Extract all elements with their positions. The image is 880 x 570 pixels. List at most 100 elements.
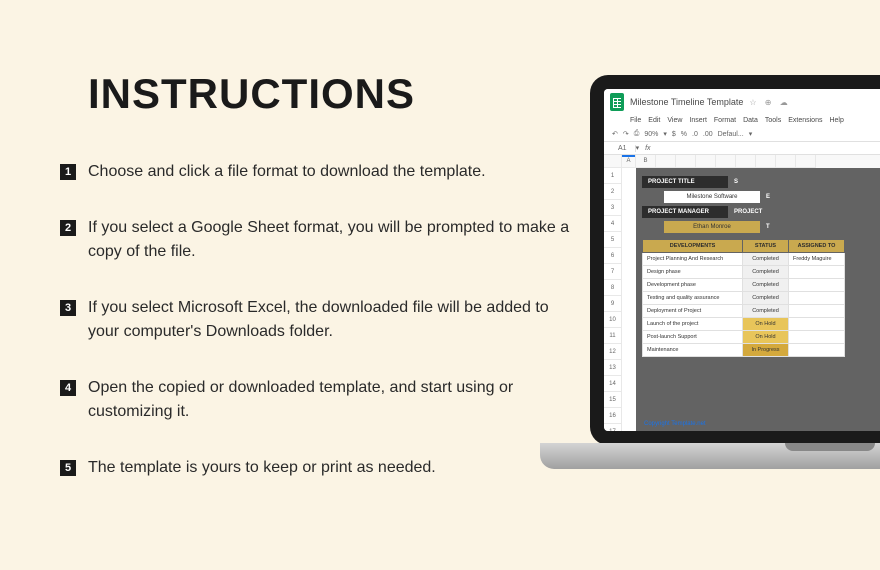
menu-bar: FileEditViewInsertFormatDataToolsExtensi… [604, 115, 880, 127]
project-manager-label: PROJECT MANAGER [642, 206, 728, 218]
row-header: 17 [604, 424, 622, 431]
menu-item: Data [743, 117, 758, 124]
menu-item: Insert [689, 117, 707, 124]
sheet-body: PROJECT TITLE S Milestone Software E PRO… [636, 168, 880, 431]
row-header: 5 [604, 232, 622, 248]
doc-title: Milestone Timeline Template [630, 97, 743, 107]
row-header: 2 [604, 184, 622, 200]
row-header: 14 [604, 376, 622, 392]
milestone-table: DEVELOPMENTSSTATUSASSIGNED TOProject Pla… [642, 239, 845, 357]
toolbar: ↶ ↷ ⎙ 90% ▾ $ % .0 .00 Defaul... ▾ [604, 127, 880, 142]
dev-cell: Launch of the project [643, 318, 743, 331]
assigned-cell: Freddy Maguire [789, 253, 845, 266]
print-icon: ⎙ [634, 130, 640, 138]
col-header [776, 155, 796, 168]
step-item: 4Open the copied or downloaded template,… [60, 376, 580, 424]
app-header: Milestone Timeline Template ☆ ⊕ ☁ [604, 89, 880, 115]
assigned-cell [789, 305, 845, 318]
table-row: Deployment of ProjectCompleted [643, 305, 845, 318]
assigned-cell [789, 279, 845, 292]
laptop-base [540, 443, 880, 469]
menu-item: View [667, 117, 682, 124]
table-row: Development phaseCompleted [643, 279, 845, 292]
table-row: Post-launch SupportOn Hold [643, 331, 845, 344]
menu-item: Help [829, 117, 843, 124]
status-cell: Completed [743, 266, 789, 279]
table-header: STATUS [743, 240, 789, 253]
assigned-cell [789, 266, 845, 279]
step-number: 5 [60, 460, 76, 476]
menu-item: Format [714, 117, 736, 124]
assigned-cell [789, 318, 845, 331]
status-cell: Completed [743, 279, 789, 292]
cell-reference: A1 [610, 145, 636, 152]
row-header: 13 [604, 360, 622, 376]
percent-icon: % [681, 131, 687, 138]
project-manager-value: Ethan Monroe [664, 221, 760, 233]
row-headers: 123456789101112131415161718 [604, 155, 622, 431]
status-cell: On Hold [743, 331, 789, 344]
dev-cell: Testing and quality assurance [643, 292, 743, 305]
row-header: 15 [604, 392, 622, 408]
zoom-level: 90% [644, 131, 658, 138]
step-item: 3 If you select Microsoft Excel, the down… [60, 296, 580, 344]
steps-list: 1Choose and click a file format to downl… [60, 160, 580, 480]
step-item: 1Choose and click a file format to downl… [60, 160, 580, 184]
fx-label: fx [639, 145, 656, 152]
step-text: Open the copied or downloaded template, … [88, 376, 580, 424]
sheets-icon [610, 93, 624, 111]
dev-cell: Maintenance [643, 344, 743, 357]
step-number: 1 [60, 164, 76, 180]
status-cell: Completed [743, 305, 789, 318]
menu-item: Extensions [788, 117, 822, 124]
step-number: 2 [60, 220, 76, 236]
redo-icon: ↷ [623, 130, 629, 138]
step-text: If you select a Google Sheet format, you… [88, 216, 580, 264]
step-text: If you select Microsoft Excel, the downl… [88, 296, 580, 344]
table-row: Design phaseCompleted [643, 266, 845, 279]
status-cell: In Progress [743, 344, 789, 357]
page-title: INSTRUCTIONS [88, 70, 580, 118]
row-header: 4 [604, 216, 622, 232]
assigned-cell [789, 331, 845, 344]
row-header: 16 [604, 408, 622, 424]
dev-cell: Development phase [643, 279, 743, 292]
col-headers: AB [622, 155, 880, 168]
row-header [604, 155, 622, 168]
formula-bar: A1 ▾ fx [604, 142, 880, 155]
row-header: 11 [604, 328, 622, 344]
row-header: 3 [604, 200, 622, 216]
menu-item: Edit [648, 117, 660, 124]
dev-cell: Design phase [643, 266, 743, 279]
row-header: 7 [604, 264, 622, 280]
table-row: Testing and quality assuranceCompleted [643, 292, 845, 305]
dev-cell: Post-launch Support [643, 331, 743, 344]
row-header: 9 [604, 296, 622, 312]
status-cell: Completed [743, 292, 789, 305]
col-header [716, 155, 736, 168]
row-header: 6 [604, 248, 622, 264]
col-header [796, 155, 816, 168]
currency-icon: $ [672, 131, 676, 138]
row-header: 12 [604, 344, 622, 360]
step-text: The template is yours to keep or print a… [88, 456, 436, 480]
step-number: 3 [60, 300, 76, 316]
col-header [656, 155, 676, 168]
step-item: 5 The template is yours to keep or print … [60, 456, 580, 480]
status-cell: Completed [743, 253, 789, 266]
project-title-value: Milestone Software [664, 191, 760, 203]
laptop-screen: Milestone Timeline Template ☆ ⊕ ☁ File Ed… [590, 75, 880, 445]
table-header: ASSIGNED TO [789, 240, 845, 253]
col-header: B [636, 155, 656, 168]
sheet-grid: 123456789101112131415161718 AB PROJECT T… [604, 155, 880, 431]
col-header [676, 155, 696, 168]
menu-item: File [630, 117, 641, 124]
col-header [696, 155, 716, 168]
spreadsheet-app: Milestone Timeline Template ☆ ⊕ ☁ File Ed… [604, 89, 880, 431]
dev-cell: Project Planning And Research [643, 253, 743, 266]
col-header [736, 155, 756, 168]
row-header: 8 [604, 280, 622, 296]
table-row: MaintenanceIn Progress [643, 344, 845, 357]
col-header [756, 155, 776, 168]
copyright-link: Copyright Template.net [644, 421, 706, 427]
